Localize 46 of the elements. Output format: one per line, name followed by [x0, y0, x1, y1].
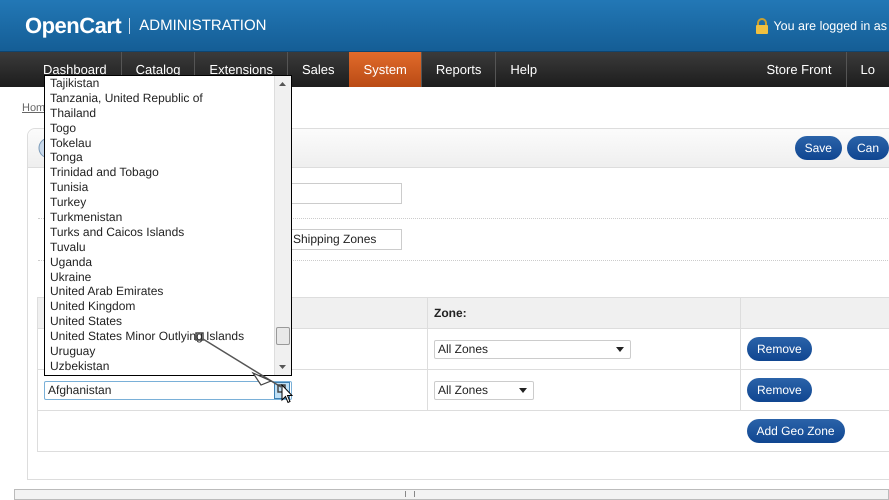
dropdown-option[interactable]: Tokelau	[50, 136, 274, 150]
dropdown-option[interactable]: Thailand	[50, 106, 274, 121]
dropdown-option[interactable]: Tanzania, United Republic of	[50, 90, 274, 106]
dropdown-option[interactable]: Uganda	[50, 254, 274, 270]
arrow-up-icon[interactable]	[279, 82, 286, 86]
dropdown-option[interactable]: Turkmenistan	[50, 210, 274, 225]
nav-item[interactable]: Reports	[420, 52, 496, 87]
dropdown-option[interactable]: Togo	[50, 120, 274, 136]
dropdown-option[interactable]: Turkey	[50, 195, 274, 210]
nav-item[interactable]: Store Front	[752, 52, 846, 87]
add-geo-zone-button[interactable]: Add Geo Zone	[746, 419, 845, 443]
nav-item[interactable]: Help	[495, 52, 552, 87]
caret-icon	[616, 346, 624, 352]
action-button[interactable]: Save	[794, 136, 842, 160]
dropdown-option[interactable]: Turks and Caicos Islands	[50, 224, 274, 240]
dropdown-option[interactable]: Uzbekistan	[50, 358, 274, 374]
horizontal-scrollbar[interactable]	[14, 489, 889, 500]
arrow-down-icon[interactable]	[279, 365, 286, 369]
vertical-scrollbar[interactable]	[274, 76, 291, 375]
dropdown-option[interactable]: Trinidad and Tobago	[50, 165, 274, 180]
dropdown-option[interactable]: Tunisia	[50, 180, 274, 196]
nav-item[interactable]: Lo	[846, 52, 889, 87]
logo: OpenCart	[25, 12, 122, 38]
zone-select[interactable]: All Zones	[434, 380, 534, 400]
dropdown-option[interactable]: United Arab Emirates	[50, 284, 274, 300]
nav-item[interactable]: System	[348, 52, 421, 87]
breadcrumb-link[interactable]: Hom	[22, 102, 46, 114]
remove-button[interactable]: Remove	[747, 378, 812, 402]
login-status: You are logged in as	[773, 18, 887, 32]
scroll-thumb[interactable]	[276, 327, 290, 345]
dropdown-option[interactable]: United States	[50, 314, 274, 330]
header-subtitle: ADMINISTRATION	[129, 18, 266, 34]
dropdown-option[interactable]: Tonga	[50, 150, 274, 166]
dropdown-option[interactable]: Uruguay	[50, 344, 274, 359]
action-button[interactable]: Can	[846, 136, 889, 160]
column-header: Zone:	[434, 306, 467, 320]
lock-icon	[755, 18, 770, 34]
dropdown-option[interactable]: Tuvalu	[50, 240, 274, 255]
text-field[interactable]: Shipping Zones	[290, 229, 402, 250]
remove-button[interactable]: Remove	[747, 337, 812, 361]
dropdown-option[interactable]: Ukraine	[50, 270, 274, 284]
caret-icon	[519, 388, 527, 392]
zone-select[interactable]: All Zones	[434, 340, 631, 358]
dropdown-option[interactable]: United Kingdom	[50, 299, 274, 314]
cursor-icon	[281, 384, 293, 404]
text-field[interactable]	[290, 182, 402, 204]
